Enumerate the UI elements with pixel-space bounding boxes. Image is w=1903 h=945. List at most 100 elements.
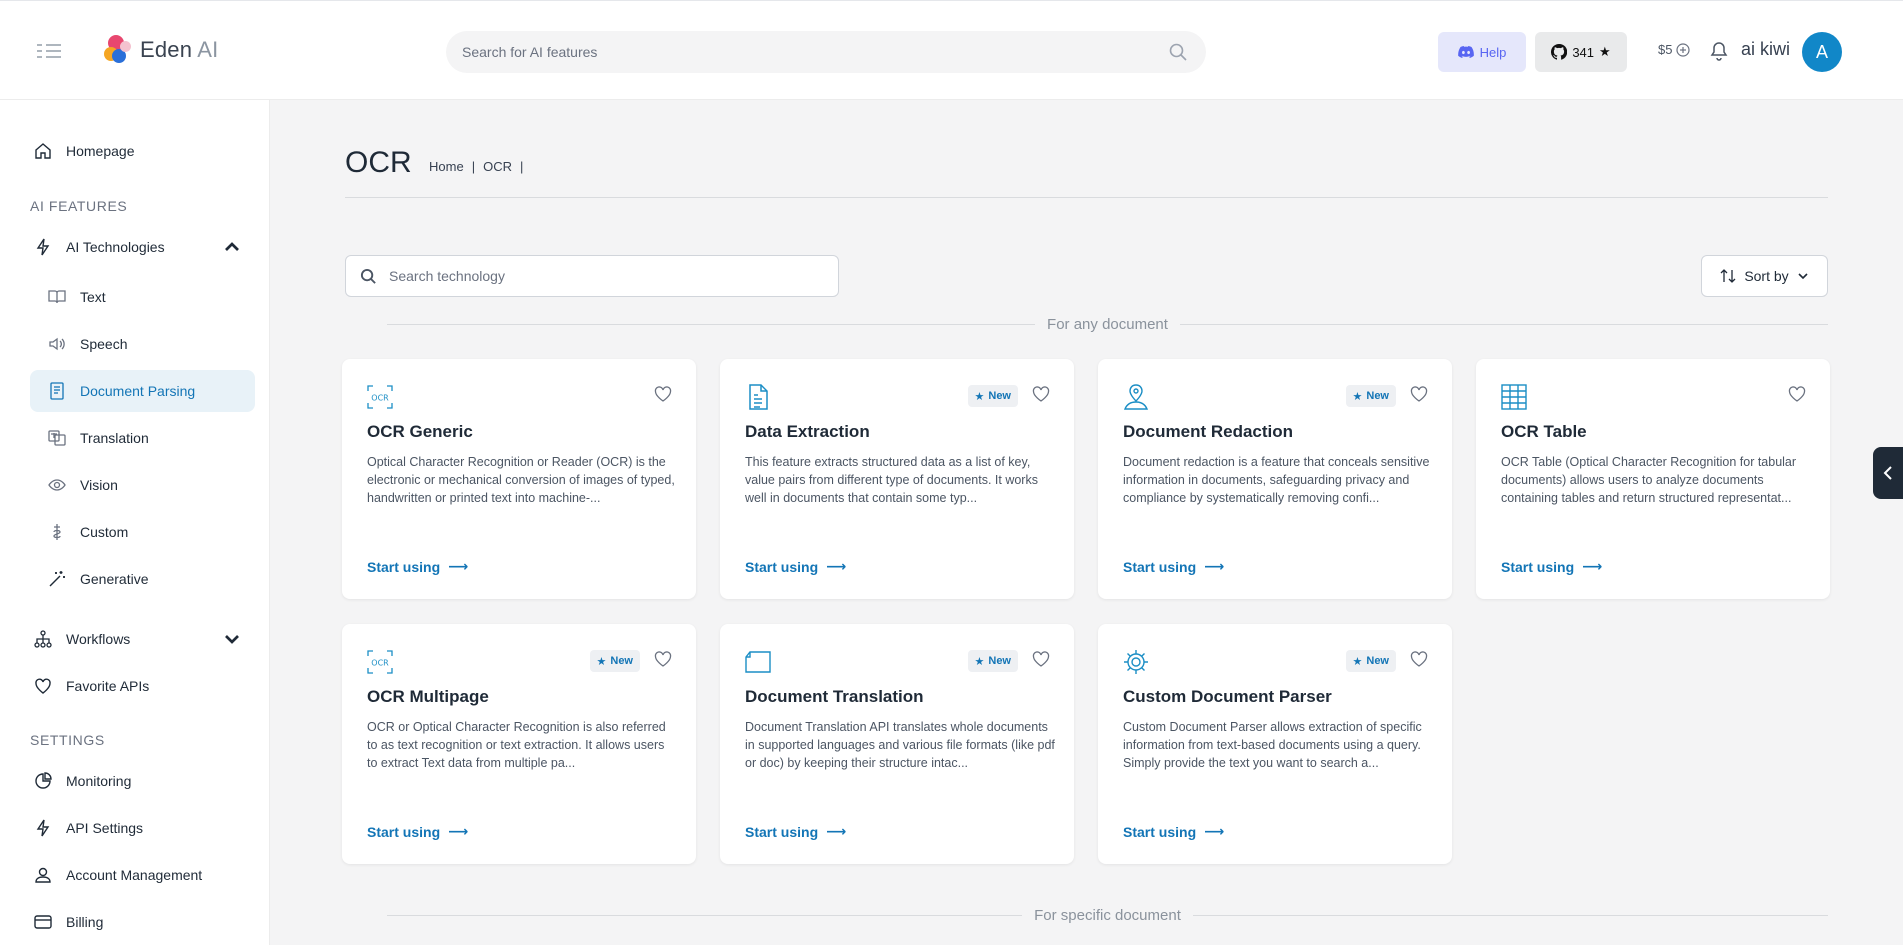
chevron-up-icon[interactable] [223,238,241,256]
card-custom-document-parser[interactable]: ★ New Custom Document Parser Custom Docum… [1098,624,1452,864]
card-ocr-table[interactable]: OCR Table OCR Table (Optical Character R… [1476,359,1830,599]
start-using-link[interactable]: Start using ⟶ [1123,823,1224,840]
translate-icon [48,430,66,446]
search-icon [360,268,376,284]
github-stars-button[interactable]: 341 ★ [1535,32,1627,72]
document-data-icon [749,384,768,410]
card-ocr-multipage[interactable]: OCR ★ New OCR Multipage OCR or Optical Ch… [342,624,696,864]
chevron-down-icon[interactable] [223,630,241,648]
sidebar-item-ai-technologies[interactable]: AI Technologies [30,226,255,268]
card-title: OCR Multipage [367,687,489,706]
sidebar-item-translation[interactable]: Translation [30,417,255,459]
sort-by-dropdown[interactable]: Sort by [1701,255,1828,297]
sidebar-item-generative[interactable]: Generative [30,558,255,600]
new-badge: ★ New [589,650,640,672]
favorite-heart-icon[interactable] [654,651,672,668]
technology-search-input[interactable] [389,268,824,284]
section-label-ai-features: AI FEATURES [30,198,128,214]
start-using-link[interactable]: Start using ⟶ [745,823,846,840]
sidebar-item-custom[interactable]: Custom [30,511,255,553]
credit-balance[interactable]: $5 [1658,42,1691,57]
folder-icon [745,651,771,673]
breadcrumb-separator: | [471,159,476,174]
avatar[interactable]: A [1802,32,1842,72]
group-title-any-document: For any document [387,314,1828,334]
card-description: Document Translation API translates whol… [745,720,1055,770]
favorite-heart-icon[interactable] [654,386,672,403]
ocr-icon: OCR [367,385,393,409]
ocr-icon: OCR [367,650,393,674]
global-search-bar[interactable] [446,31,1206,73]
eye-icon [48,479,66,491]
card-document-redaction[interactable]: ★ New Document Redaction Document redacti… [1098,359,1452,599]
username[interactable]: ai kiwi [1741,39,1790,60]
card-title: OCR Table [1501,422,1587,441]
book-icon [48,290,66,304]
favorite-heart-icon[interactable] [1410,386,1428,403]
start-using-link[interactable]: Start using ⟶ [745,558,846,575]
sidebar-item-billing[interactable]: Billing [30,901,255,943]
start-using-link[interactable]: Start using ⟶ [367,558,468,575]
card-ocr-generic[interactable]: OCR OCR Generic Optical Character Recogn… [342,359,696,599]
card-description: OCR or Optical Character Recognition is … [367,720,666,770]
global-search-input[interactable] [462,44,1168,60]
chevron-left-icon [1883,466,1892,480]
sidebar-item-homepage[interactable]: Homepage [30,130,255,172]
sidebar-item-workflows[interactable]: Workflows [30,618,255,660]
user-icon [35,867,51,883]
sidebar-item-vision[interactable]: Vision [30,464,255,506]
new-badge: ★ New [967,650,1018,672]
help-button[interactable]: Help [1438,32,1526,72]
sidebar: Homepage AI FEATURES AI Technologies Tex… [0,100,270,945]
sidebar-item-document-parsing[interactable]: Document Parsing [30,370,255,412]
sidebar-item-account-management[interactable]: Account Management [30,854,255,896]
logo-ai-text: AI [197,37,219,62]
star-icon: ★ [1352,655,1363,668]
favorite-heart-icon[interactable] [1032,386,1050,403]
card-document-translation[interactable]: ★ New Document Translation Document Trans… [720,624,1074,864]
breadcrumb-ocr[interactable]: OCR [483,159,512,174]
sidebar-item-monitoring[interactable]: Monitoring [30,760,255,802]
collapse-panel-tab[interactable] [1873,447,1903,499]
pie-chart-icon [35,772,52,789]
eden-ai-logo[interactable]: Eden AI [104,33,218,67]
discord-icon [1457,46,1474,58]
star-icon: ★ [1599,44,1611,59]
start-using-link[interactable]: Start using ⟶ [367,823,468,840]
start-using-link[interactable]: Start using ⟶ [1123,558,1224,575]
arrow-right-icon: ⟶ [826,558,847,574]
sidebar-item-api-settings[interactable]: API Settings [30,807,255,849]
new-badge: ★ New [967,385,1018,407]
breadcrumb-home[interactable]: Home [429,159,464,174]
document-icon [50,382,64,400]
favorite-heart-icon[interactable] [1410,651,1428,668]
arrow-right-icon: ⟶ [1582,558,1603,574]
magic-wand-icon [49,571,65,587]
sidebar-item-favorite-apis[interactable]: Favorite APIs [30,665,255,707]
favorite-heart-icon[interactable] [1032,651,1050,668]
sidebar-item-speech[interactable]: Speech [30,323,255,365]
svg-text:OCR: OCR [371,659,389,668]
search-icon[interactable] [1168,42,1188,62]
card-description: This feature extracts structured data as… [745,455,1038,505]
logo-mark-icon [104,33,132,67]
technology-search-bar[interactable] [345,255,839,297]
sidebar-item-text[interactable]: Text [30,276,255,318]
card-data-extraction[interactable]: ★ New Data Extraction This feature extrac… [720,359,1074,599]
sort-label: Sort by [1744,268,1789,284]
page-title: OCR [345,146,412,179]
start-using-link[interactable]: Start using ⟶ [1501,558,1602,575]
menu-toggle-icon[interactable] [36,41,62,61]
title-divider [345,197,1828,198]
favorite-heart-icon[interactable] [1788,386,1806,403]
card-title: Document Redaction [1123,422,1294,441]
credit-card-icon [34,915,52,929]
card-description: OCR Table (Optical Character Recognition… [1501,455,1797,505]
add-credit-icon[interactable] [1676,42,1691,57]
arrow-right-icon: ⟶ [1204,558,1225,574]
lightning-icon [36,819,50,837]
arrow-right-icon: ⟶ [826,823,847,839]
section-label-settings: SETTINGS [30,732,105,748]
sort-icon [1720,269,1736,283]
notification-bell-icon[interactable] [1710,41,1728,61]
